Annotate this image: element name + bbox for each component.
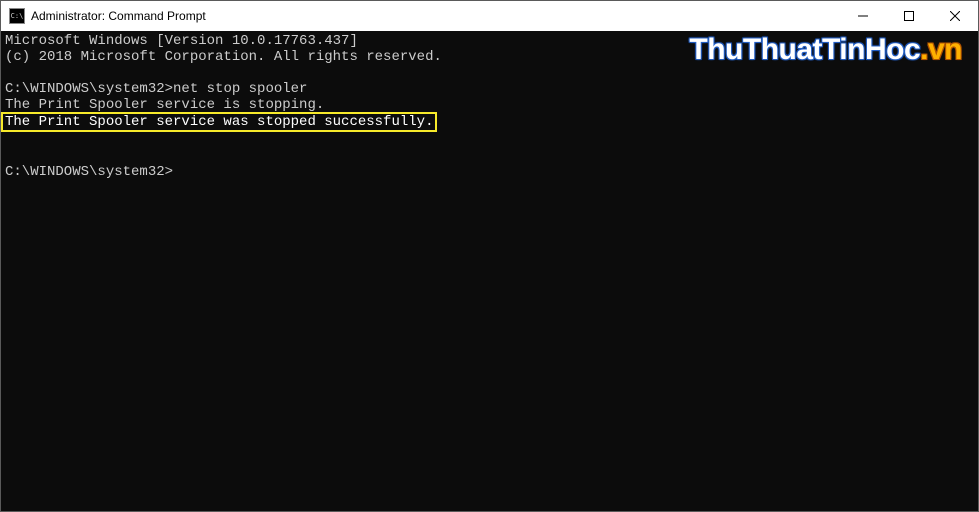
minimize-button[interactable] xyxy=(840,1,886,31)
output-line-1: The Print Spooler service is stopping. xyxy=(5,97,324,113)
prompt-2-path: C:\WINDOWS\system32> xyxy=(5,164,173,180)
prompt-1-command: net stop spooler xyxy=(173,81,307,97)
banner-line-2: (c) 2018 Microsoft Corporation. All righ… xyxy=(5,49,442,65)
cmd-window: C:\ Administrator: Command Prompt Micros… xyxy=(0,0,979,512)
window-title: Administrator: Command Prompt xyxy=(31,9,206,23)
prompt-1-path: C:\WINDOWS\system32> xyxy=(5,81,173,97)
banner-line-1: Microsoft Windows [Version 10.0.17763.43… xyxy=(5,33,358,49)
titlebar[interactable]: C:\ Administrator: Command Prompt xyxy=(1,1,978,31)
output-line-2-highlighted: The Print Spooler service was stopped su… xyxy=(1,112,437,132)
cmd-icon: C:\ xyxy=(9,8,25,24)
prompt-2: C:\WINDOWS\system32> xyxy=(5,164,173,180)
close-button[interactable] xyxy=(932,1,978,31)
prompt-1: C:\WINDOWS\system32>net stop spooler xyxy=(5,81,307,97)
maximize-icon xyxy=(904,11,914,21)
terminal-area[interactable]: Microsoft Windows [Version 10.0.17763.43… xyxy=(1,31,978,511)
close-icon xyxy=(950,11,960,21)
minimize-icon xyxy=(858,11,868,21)
maximize-button[interactable] xyxy=(886,1,932,31)
